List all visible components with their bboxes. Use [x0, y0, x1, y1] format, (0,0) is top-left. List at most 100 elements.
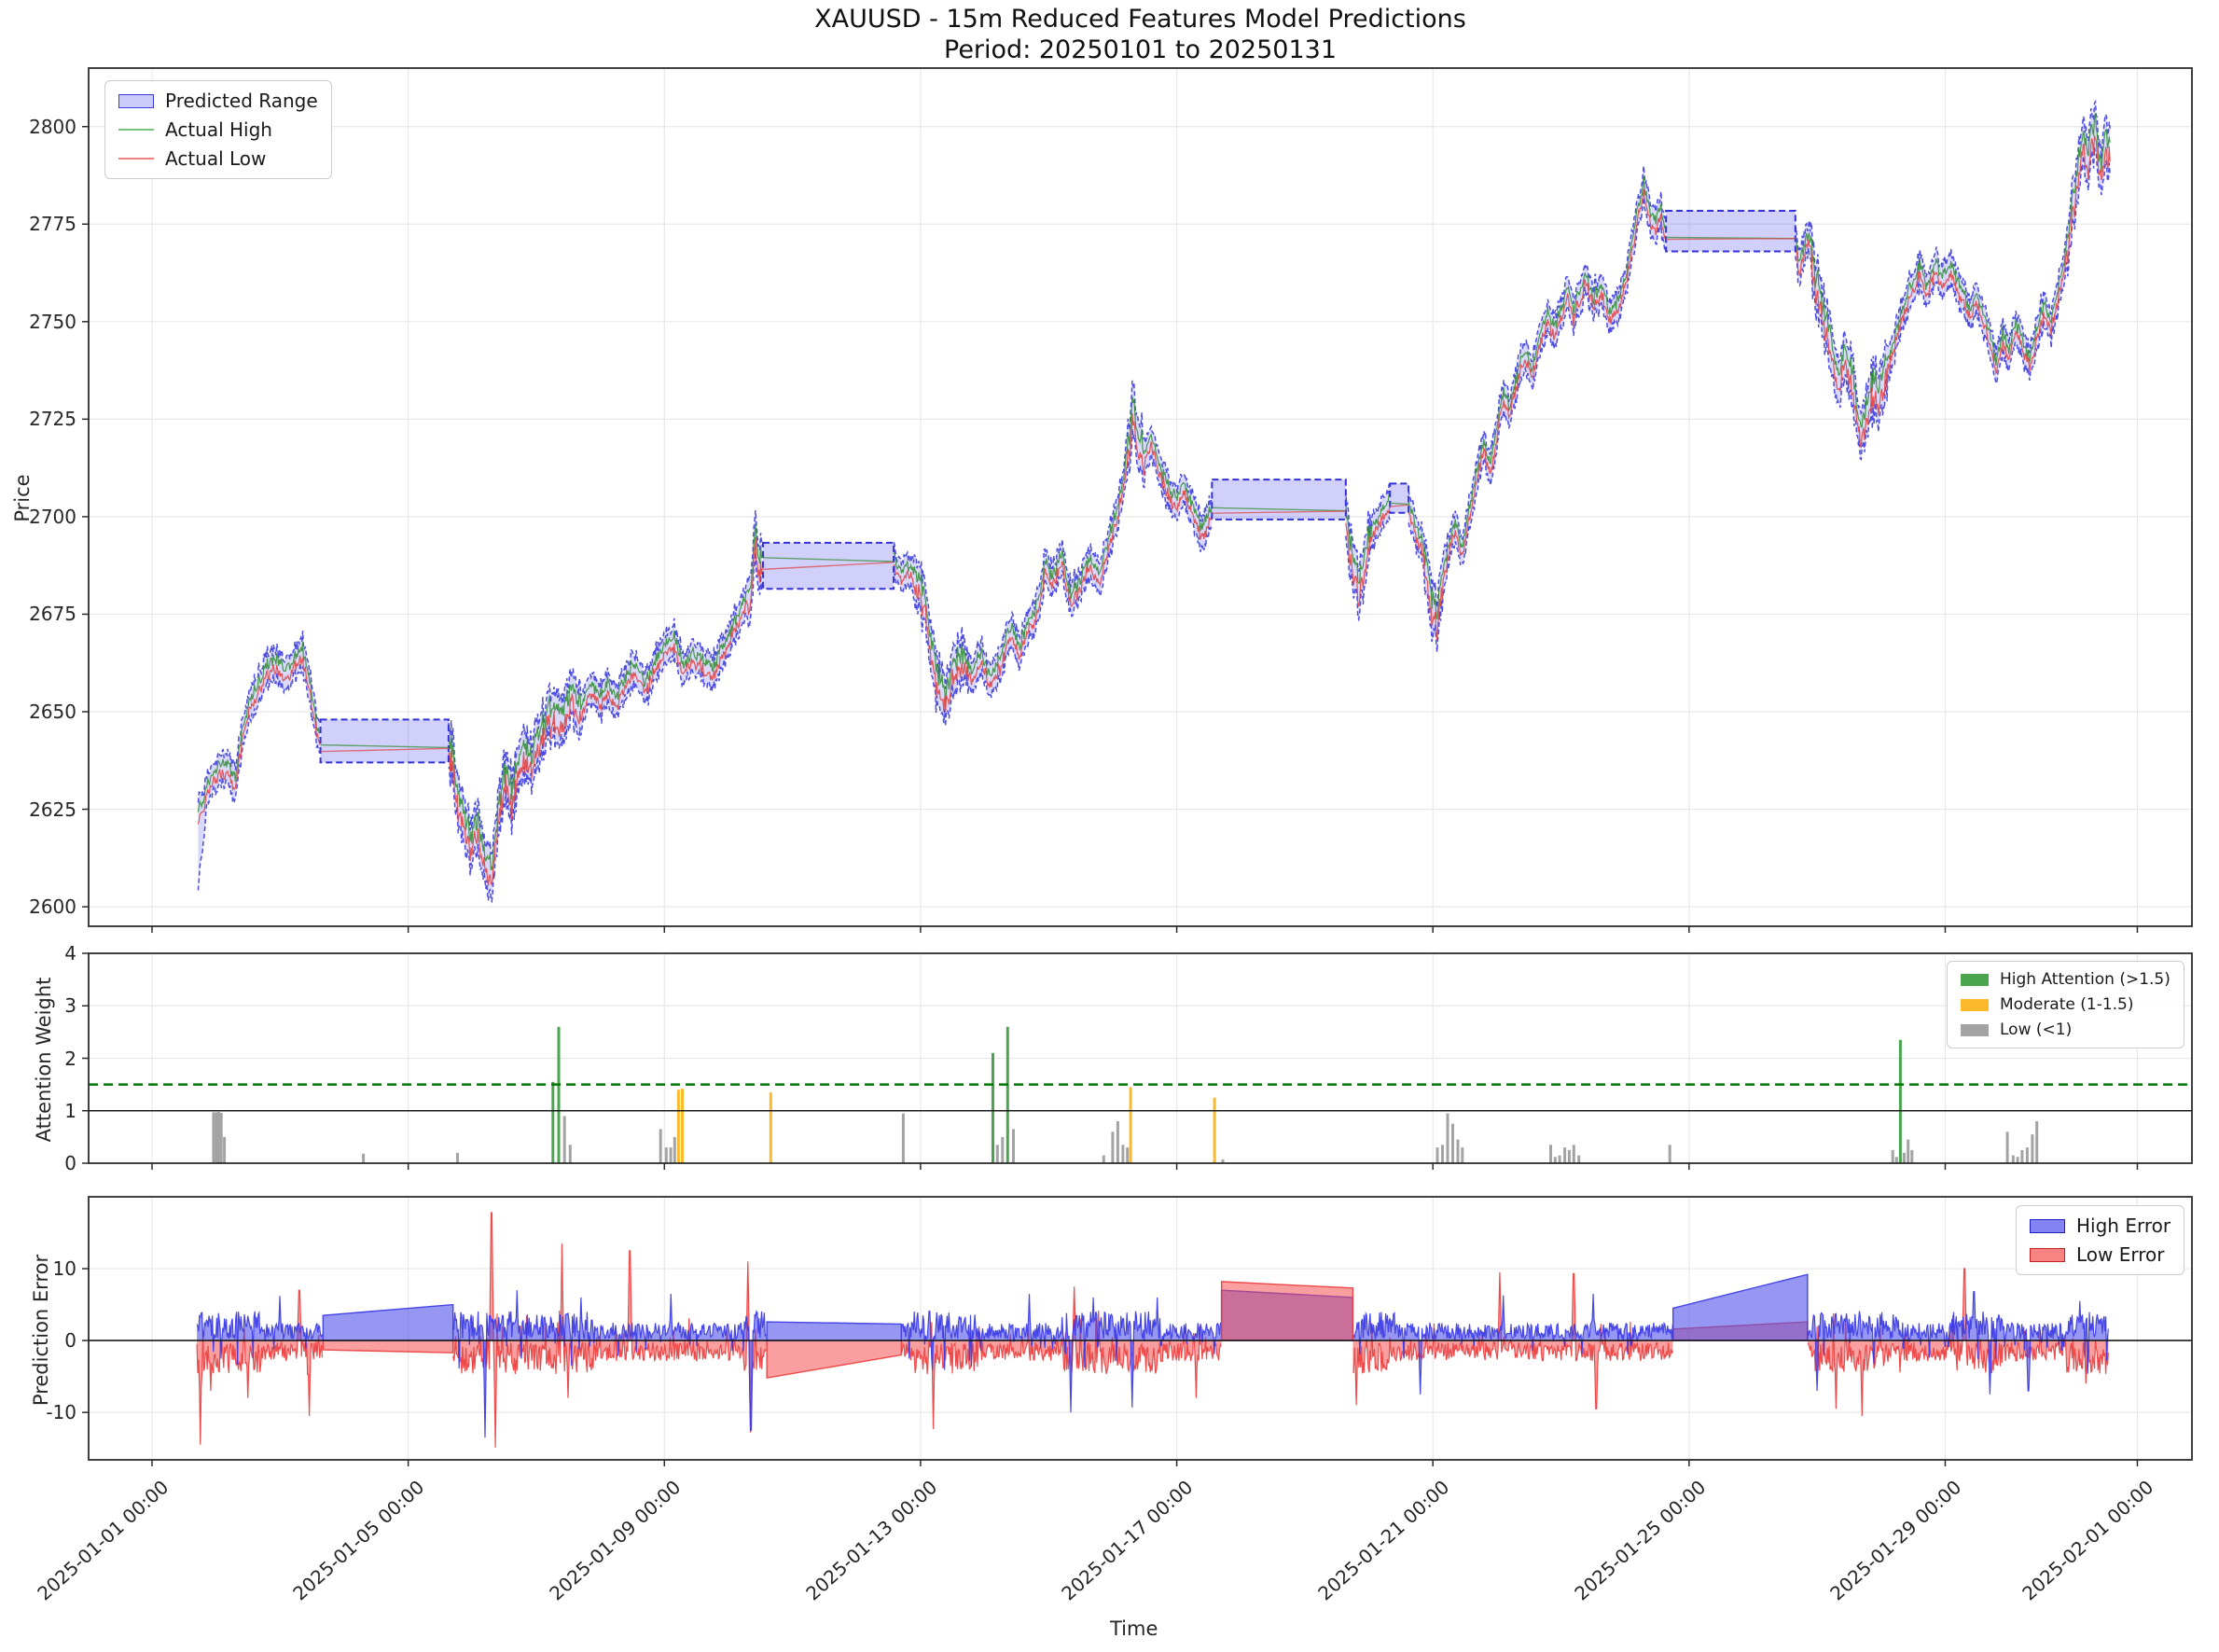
legend-swatch-low: [118, 158, 154, 160]
legend-item: Predicted Range: [118, 90, 318, 112]
price-ytick: 2800: [11, 116, 76, 138]
attention-bar: [569, 1145, 572, 1163]
price-ytick: 2700: [11, 506, 76, 528]
attention-bar: [1012, 1129, 1015, 1163]
attention-bar: [1214, 1098, 1216, 1163]
legend-label: Predicted Range: [165, 90, 318, 112]
weekend-prediction-box: [1390, 483, 1408, 512]
attention-bar: [1121, 1145, 1124, 1163]
price-ytick: 2725: [11, 408, 76, 430]
attention-bar: [770, 1092, 772, 1163]
attention-bar: [1103, 1156, 1105, 1163]
attention-bar: [1441, 1145, 1444, 1163]
weekend-high-error-wedge: [323, 1305, 452, 1341]
attention-bar: [456, 1153, 459, 1163]
attention-bar: [2026, 1147, 2029, 1163]
attention-bar: [563, 1116, 566, 1163]
attention-bar: [220, 1113, 223, 1163]
legend-item: Moderate (1-1.5): [1961, 995, 2170, 1014]
weekend-low-error-wedge: [1222, 1282, 1353, 1340]
attention-bar: [902, 1114, 905, 1163]
actual-high-line: [894, 396, 1212, 704]
legend-swatch-att_high: [1961, 974, 1989, 986]
legend-swatch-high: [118, 129, 154, 131]
attention-bar: [1573, 1145, 1575, 1163]
attention-bar: [1563, 1147, 1566, 1163]
attention-bar: [1006, 1027, 1009, 1163]
attention-bar: [223, 1137, 226, 1163]
price-ytick: 2600: [11, 895, 76, 918]
attention-bar: [673, 1137, 676, 1163]
error-legend: High Error Low Error: [2016, 1205, 2184, 1275]
price-ytick: 2675: [11, 603, 76, 625]
attention-bar: [1903, 1153, 1906, 1163]
attention-ytick: 1: [11, 1100, 76, 1122]
legend-item: Low (<1): [1961, 1020, 2170, 1039]
attention-bar: [992, 1053, 994, 1163]
legend-label: Actual High: [165, 118, 272, 141]
attention-bar: [681, 1089, 684, 1163]
predicted-low-line: [1796, 147, 2110, 459]
chart-title-line1: XAUUSD - 15m Reduced Features Model Pred…: [89, 4, 2192, 35]
attention-ytick: 3: [11, 994, 76, 1017]
low-error-line: [901, 1286, 1221, 1429]
attention-bar: [996, 1145, 999, 1163]
grid: [89, 68, 2192, 926]
price-ticks: [152, 926, 2137, 933]
price-legend: Predicted RangeActual HighActual Low: [104, 80, 332, 179]
attention-bar: [1457, 1140, 1460, 1163]
legend-swatch-err_high: [2030, 1219, 2065, 1233]
weekend-high-error-wedge: [1673, 1274, 1808, 1340]
attention-bar: [1899, 1040, 1902, 1163]
predicted-high-line: [1408, 166, 1665, 607]
predicted-range-band: [894, 381, 1212, 727]
attention-bar: [670, 1147, 673, 1163]
attention-ytick: 0: [11, 1152, 76, 1174]
attention-bar: [1001, 1137, 1004, 1163]
attention-bar: [215, 1112, 217, 1163]
attention-bar: [2012, 1156, 2015, 1163]
attention-bar: [1461, 1147, 1463, 1163]
legend-item: High Attention (>1.5): [1961, 970, 2170, 989]
actual-low-line: [1408, 189, 1665, 640]
chart-title: XAUUSD - 15m Reduced Features Model Pred…: [89, 4, 2192, 65]
attention-bar: [2035, 1121, 2038, 1163]
attention-bar: [1895, 1157, 1898, 1163]
attention-bar: [1549, 1145, 1552, 1163]
legend-item: Actual High: [118, 118, 318, 141]
legend-item: Low Error: [2030, 1243, 2170, 1266]
attention-bar: [551, 1082, 554, 1163]
attention-bar: [558, 1027, 561, 1163]
legend-swatch-att_moderate: [1961, 999, 1989, 1011]
price-ytick: 2750: [11, 311, 76, 333]
price-ytick: 2775: [11, 213, 76, 235]
weekend-low-error-wedge: [323, 1340, 452, 1353]
legend-label: High Attention (>1.5): [2000, 970, 2170, 989]
predicted-high-line: [894, 381, 1212, 689]
attention-bar: [217, 1112, 220, 1163]
weekend-low-connector: [1666, 239, 1796, 240]
figure: XAUUSD - 15m Reduced Features Model Pred…: [0, 0, 2219, 1652]
price-frame: [89, 68, 2192, 926]
legend-item: High Error: [2030, 1215, 2170, 1237]
charts-canvas: [0, 0, 2219, 1652]
attention-bar: [1568, 1150, 1571, 1163]
legend-label: Low Error: [2076, 1243, 2165, 1266]
attention-bar: [1451, 1124, 1454, 1163]
attention-ticks: [152, 1163, 2137, 1170]
grid: [89, 953, 2192, 1163]
attention-bar: [1116, 1121, 1119, 1163]
attention-bar: [2017, 1157, 2019, 1163]
attention-bar: [1111, 1131, 1114, 1163]
attention-bar: [1126, 1147, 1129, 1163]
price-ytick: 2625: [11, 798, 76, 821]
attention-bar: [1559, 1156, 1561, 1163]
attention-bar: [2006, 1131, 2009, 1163]
price-ytick: 2650: [11, 701, 76, 723]
attention-bar: [677, 1090, 680, 1163]
legend-label: Moderate (1-1.5): [2000, 995, 2134, 1014]
actual-high-line: [1408, 176, 1665, 618]
attention-bar: [1554, 1157, 1557, 1163]
attention-ytick: 2: [11, 1048, 76, 1070]
attention-bar: [1910, 1150, 1913, 1163]
